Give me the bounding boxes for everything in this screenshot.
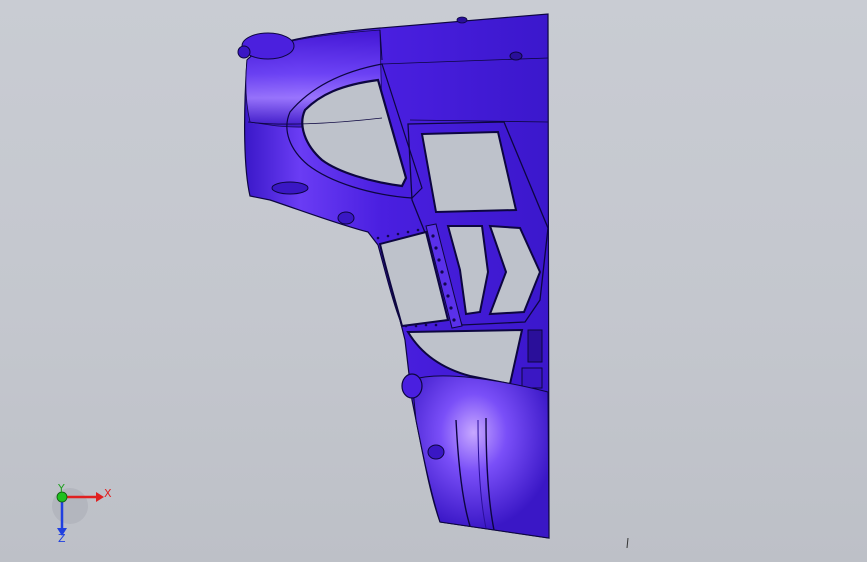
- z-axis-label: Z: [58, 532, 66, 545]
- access-port: [456, 16, 468, 24]
- text-cursor-icon: [626, 537, 629, 549]
- side-vent: [527, 329, 543, 363]
- y-axis-label: Y: [57, 482, 65, 495]
- graphics-viewport[interactable]: X Y Z: [0, 0, 867, 562]
- nose-cap: [241, 32, 295, 60]
- coordinate-triad: X Y Z: [52, 482, 112, 545]
- access-port: [509, 51, 523, 61]
- side-knob: [337, 211, 355, 225]
- side-knob: [401, 373, 423, 399]
- side-scoop: [271, 181, 309, 195]
- side-knob: [427, 444, 445, 460]
- side-vent-lower: [521, 367, 543, 389]
- x-axis-label: X: [104, 487, 112, 500]
- nose-probe: [237, 45, 251, 59]
- cad-model-canvas[interactable]: X Y Z: [0, 0, 867, 562]
